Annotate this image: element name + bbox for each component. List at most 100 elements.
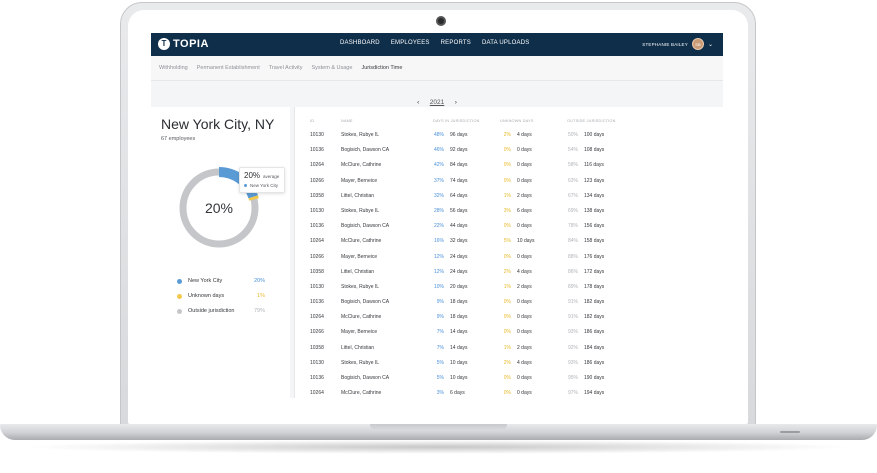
tab-permanent-establishment[interactable]: Permanent Establishment xyxy=(197,65,260,71)
cell-in-days: 44 days xyxy=(450,223,468,230)
cell-outside-percentage: 84% xyxy=(567,238,578,245)
table-row[interactable]: 10264 McClure, Cathrine 16% 32 days 5% 10 day… xyxy=(295,235,723,250)
cell-unknown-days: 4 days xyxy=(517,268,532,275)
table-row[interactable]: 10264 McClure, Cathrine 9% 18 days 0% 0 days 9… xyxy=(295,311,723,326)
cell-id: 10264 xyxy=(310,162,324,169)
cell-unknown-days: 0 days xyxy=(517,329,532,336)
chart-tooltip: 20% average New York City xyxy=(239,167,285,193)
cell-name: Littel, Christian xyxy=(341,268,375,275)
cell-outside-days: 108 days xyxy=(584,147,605,154)
table-row[interactable]: 10358 Littel, Christian 12% 24 days 2% 4 days… xyxy=(295,266,723,281)
cell-outside-percentage: 69% xyxy=(567,207,578,214)
chevron-left-icon[interactable]: ‹ xyxy=(417,99,419,106)
cell-in-percentage: 5% xyxy=(436,359,444,366)
cell-in-days: 6 days xyxy=(450,390,465,397)
cell-id: 10130 xyxy=(310,207,324,214)
cell-unknown-percentage: 1% xyxy=(503,344,511,351)
nav-link-employees[interactable]: EMPLOYEES xyxy=(391,40,430,46)
tooltip-average-label: average xyxy=(263,174,280,179)
cell-unknown-percentage: 5% xyxy=(503,238,511,245)
cell-outside-days: 182 days xyxy=(584,299,605,306)
cell-name: Bogisich, Dawson CA xyxy=(341,223,390,230)
table-row[interactable]: 10136 Bogisich, Dawson CA 9% 18 days 0% 0 day… xyxy=(295,296,723,311)
cell-outside-percentage: 89% xyxy=(567,283,578,290)
cell-name: Littel, Christian xyxy=(341,192,375,199)
cell-in-percentage: 28% xyxy=(433,207,444,214)
chevron-down-icon[interactable]: ⌄ xyxy=(708,41,713,48)
tab-travel-activity[interactable]: Travel Activity xyxy=(269,65,303,71)
cell-id: 10136 xyxy=(310,375,324,381)
cell-outside-percentage: 88% xyxy=(567,253,578,260)
table-row[interactable]: 10358 Littel, Christian 32% 64 days 1% 2 days… xyxy=(295,190,723,205)
cell-unknown-percentage: 2% xyxy=(503,132,511,138)
table-row[interactable]: 10266 Mayer, Berneice 37% 74 days 0% 0 days 63… xyxy=(295,175,723,190)
cell-name: McClure, Cathrine xyxy=(341,314,382,321)
table-row[interactable]: 10358 Littel, Christian 7% 14 days 1% 2 days 9… xyxy=(295,342,723,357)
cell-unknown-percentage: 0% xyxy=(503,253,511,260)
cell-id: 10136 xyxy=(310,147,324,154)
cell-unknown-days: 0 days xyxy=(517,147,532,154)
cell-unknown-percentage: 0% xyxy=(503,299,511,306)
cell-outside-days: 176 days xyxy=(584,253,605,260)
cell-unknown-days: 4 days xyxy=(517,132,532,138)
legend-label: Unknown days xyxy=(188,293,225,299)
column-header-id[interactable]: ID xyxy=(310,119,314,123)
cell-outside-days: 134 days xyxy=(584,192,605,199)
cell-outside-days: 138 days xyxy=(584,207,605,214)
laptop-shadow xyxy=(20,440,857,454)
cell-outside-percentage: 91% xyxy=(567,299,578,306)
legend-value: 79% xyxy=(253,308,265,314)
year-value[interactable]: 2021 xyxy=(430,99,444,106)
cell-id: 10358 xyxy=(310,192,324,199)
legend-label: New York City xyxy=(188,278,223,284)
user-menu[interactable]: STEPHANIE BAILEY SB ⌄ xyxy=(642,38,713,50)
cell-unknown-days: 0 days xyxy=(517,375,532,381)
cell-in-percentage: 42% xyxy=(433,162,444,169)
main-nav-links: DASHBOARD EMPLOYEES REPORTS DATA UPLOADS xyxy=(340,40,529,46)
table-row[interactable]: 10264 McClure, Cathrine 42% 84 days 0% 0 days… xyxy=(295,159,723,174)
cell-name: Stokes, Rubye IL xyxy=(341,283,380,290)
cell-outside-percentage: 93% xyxy=(567,359,578,366)
cell-outside-percentage: 78% xyxy=(567,223,578,230)
cell-unknown-days: 4 days xyxy=(517,359,532,366)
cell-in-days: 18 days xyxy=(450,314,468,321)
table-row[interactable]: 10130 Stokes, Rubye IL 28% 56 days 3% 6 days 6… xyxy=(295,205,723,220)
cell-id: 10266 xyxy=(310,177,324,184)
cell-unknown-percentage: 0% xyxy=(503,375,511,381)
table-row[interactable]: 10130 Stokes, Rubye IL 10% 20 days 1% 2 days 8… xyxy=(295,281,723,296)
cell-outside-percentage: 50% xyxy=(567,132,578,138)
table-row[interactable]: 10136 Bogisich, Dawson CA 5% 10 days 0% 0 day… xyxy=(295,372,723,387)
column-header-days-in[interactable]: DAYS IN JURISDICTION xyxy=(433,119,480,123)
table-row[interactable]: 10264 McClure, Cathrine 3% 6 days 0% 0 days 97… xyxy=(295,387,723,398)
cell-name: McClure, Cathrine xyxy=(341,162,382,169)
nav-link-reports[interactable]: REPORTS xyxy=(441,40,471,46)
table-row[interactable]: 10130 Stokes, Rubye IL 5% 10 days 2% 4 days 93… xyxy=(295,357,723,372)
tab-withholding[interactable]: Withholding xyxy=(159,65,188,71)
tooltip-city: New York City xyxy=(250,183,279,188)
column-header-unknown[interactable]: UNKNOWN DAYS xyxy=(500,119,534,123)
nav-link-data-uploads[interactable]: DATA UPLOADS xyxy=(482,40,530,46)
table-row[interactable]: 10136 Bogisich, Dawson CA 22% 44 days 0% 0 da… xyxy=(295,220,723,235)
avatar[interactable]: SB xyxy=(691,38,704,50)
cell-outside-percentage: 63% xyxy=(567,177,578,184)
app-screen: T TOPIA DASHBOARD EMPLOYEES REPORTS DATA… xyxy=(151,33,723,398)
tab-jurisdiction-time[interactable]: Jurisdiction Time xyxy=(361,65,402,71)
tooltip-percentage: 20% xyxy=(244,171,261,180)
table-row[interactable]: 10130 Stokes, Rubye IL 48% 96 days 2% 4 days 5… xyxy=(295,129,723,144)
tooltip-dot-icon xyxy=(244,184,247,187)
cell-outside-days: 172 days xyxy=(584,268,605,275)
nav-link-dashboard[interactable]: DASHBOARD xyxy=(340,40,380,46)
tab-system-usage[interactable]: System & Usage xyxy=(311,65,352,71)
cell-in-percentage: 9% xyxy=(436,299,444,306)
cell-in-days: 18 days xyxy=(450,299,468,306)
column-header-outside[interactable]: OUTSIDE JURISDICTION xyxy=(567,119,616,123)
column-header-name[interactable]: NAME xyxy=(341,119,353,123)
cell-outside-days: 178 days xyxy=(584,283,605,290)
chevron-right-icon[interactable]: › xyxy=(455,99,457,106)
legend-value: 1% xyxy=(257,293,265,299)
table-row[interactable]: 10266 Mayer, Berneice 7% 14 days 0% 0 days 93%… xyxy=(295,326,723,341)
table-row[interactable]: 10266 Mayer, Berneice 12% 24 days 0% 0 days 88… xyxy=(295,251,723,266)
table-row[interactable]: 10136 Bogisich, Dawson CA 46% 92 days 0% 0 da… xyxy=(295,144,723,159)
cell-unknown-percentage: 3% xyxy=(503,207,511,214)
topia-logo[interactable]: T TOPIA xyxy=(158,38,209,50)
